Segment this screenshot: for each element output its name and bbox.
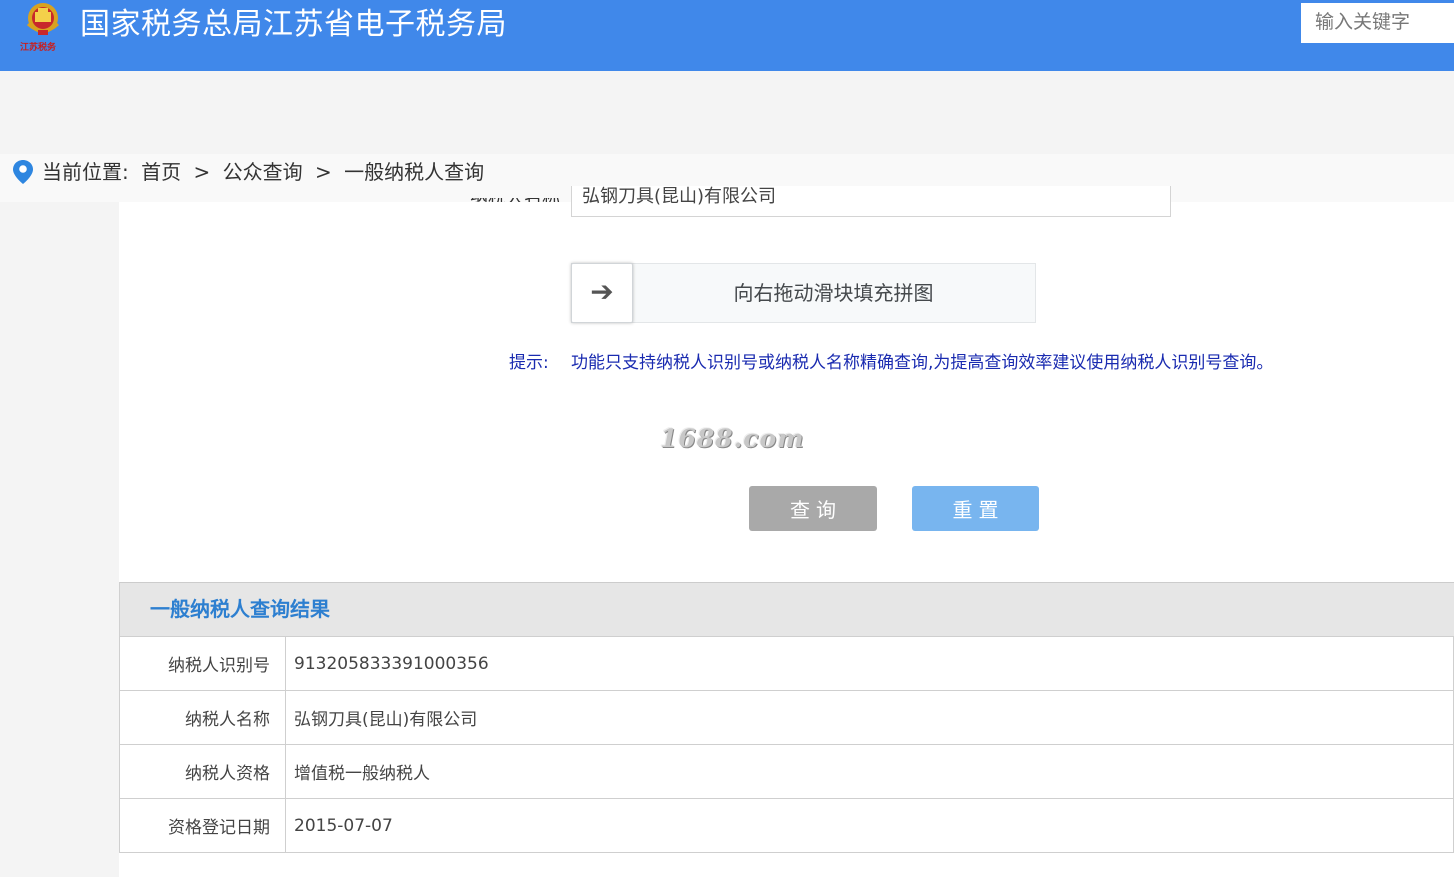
arrow-right-icon: ➔ [590, 275, 614, 308]
table-row: 纳税人资格 增值税一般纳税人 [119, 744, 1454, 799]
query-button[interactable]: 查询 [749, 486, 877, 531]
keyword-search-input[interactable] [1301, 3, 1454, 43]
row-value: 增值税一般纳税人 [285, 744, 1454, 799]
row-label: 资格登记日期 [119, 798, 286, 853]
location-pin-icon [13, 160, 33, 184]
site-title[interactable]: 国家税务总局江苏省电子税务局 [80, 6, 507, 44]
captcha-slider-handle[interactable]: ➔ [571, 263, 633, 323]
captcha-slider-text: 向右拖动滑块填充拼图 [733, 281, 934, 305]
breadcrumb-home-link[interactable]: 首页 [141, 160, 181, 184]
breadcrumb-separator: > [314, 160, 332, 184]
taxpayer-name-value: 弘钢刀具(昆山)有限公司 [582, 186, 777, 207]
row-value: 913205833391000356 [285, 636, 1454, 691]
row-label: 纳税人资格 [119, 744, 286, 799]
table-row: 纳税人识别号 913205833391000356 [119, 636, 1454, 691]
breadcrumb: 当前位置: 首页 > 公众查询 > 一般纳税人查询 [42, 159, 490, 185]
tip-label: 提示: [509, 353, 549, 373]
tip-text: 功能只支持纳税人识别号或纳税人名称精确查询,为提高查询效率建议使用纳税人识别号查… [571, 353, 1274, 373]
logo-caption: 江苏税务 [20, 43, 57, 53]
row-label: 纳税人识别号 [119, 636, 286, 691]
breadcrumb-public-query-link[interactable]: 公众查询 [223, 160, 303, 184]
result-title: 一般纳税人查询结果 [150, 597, 330, 621]
reset-button[interactable]: 重置 [912, 486, 1039, 531]
table-row: 资格登记日期 2015-07-07 [119, 798, 1454, 853]
taxpayer-name-field[interactable]: 弘钢刀具(昆山)有限公司 [571, 186, 1171, 217]
row-label: 纳税人名称 [119, 690, 286, 745]
row-value: 2015-07-07 [285, 798, 1454, 853]
breadcrumb-separator: > [193, 160, 211, 184]
row-value: 弘钢刀具(昆山)有限公司 [285, 690, 1454, 745]
table-row: 纳税人名称 弘钢刀具(昆山)有限公司 [119, 690, 1454, 745]
result-table: 纳税人识别号 913205833391000356 纳税人名称 弘钢刀具(昆山)… [119, 636, 1454, 853]
watermark: 1688.com [660, 424, 805, 453]
breadcrumb-label: 当前位置: [42, 160, 129, 184]
top-header: 江苏税务 国家税务总局江苏省电子税务局 [0, 0, 1454, 71]
breadcrumb-current: 一般纳税人查询 [344, 160, 485, 184]
